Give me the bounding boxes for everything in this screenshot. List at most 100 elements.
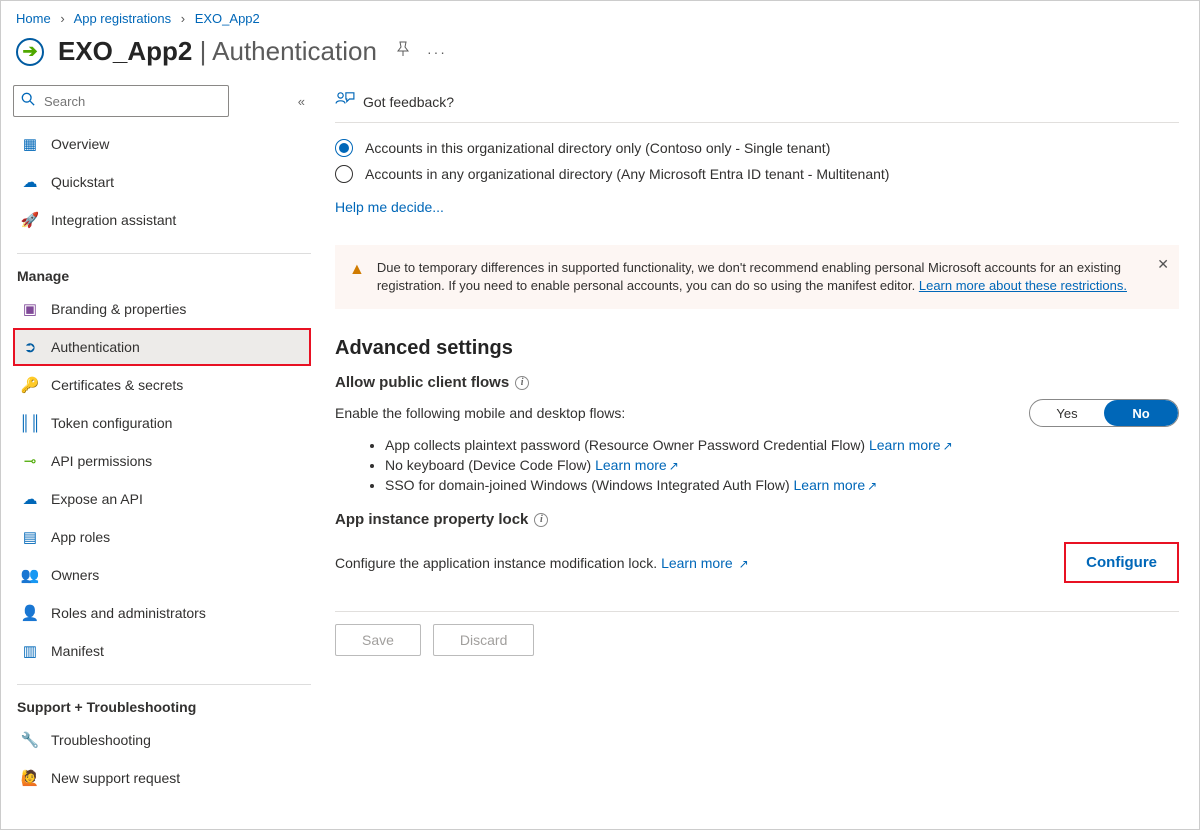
sidebar-item-api-permissions[interactable]: ⊸ API permissions — [13, 442, 311, 480]
support-icon: 🙋 — [19, 769, 41, 787]
flow-item: No keyboard (Device Code Flow) Learn mor… — [385, 457, 1179, 473]
flows-list: App collects plaintext password (Resourc… — [385, 437, 1179, 493]
roles-admins-icon: 👤 — [19, 604, 41, 622]
app-roles-icon: ▤ — [19, 528, 41, 546]
help-me-decide-link[interactable]: Help me decide... — [335, 199, 444, 215]
radio-multi-tenant[interactable]: Accounts in any organizational directory… — [335, 165, 1179, 183]
sidebar-item-owners[interactable]: 👥 Owners — [13, 556, 311, 594]
instance-lock-learn-more[interactable]: Learn more — [661, 555, 733, 571]
branding-icon: ▣ — [19, 300, 41, 318]
key-icon: 🔑 — [19, 376, 41, 394]
overview-icon: ▦ — [19, 135, 41, 153]
search-icon — [21, 92, 35, 109]
sidebar-item-app-roles[interactable]: ▤ App roles — [13, 518, 311, 556]
sidebar-item-label: API permissions — [51, 453, 152, 469]
sidebar-item-label: Certificates & secrets — [51, 377, 183, 393]
radio-label: Accounts in this organizational director… — [365, 140, 830, 156]
sidebar-item-integration-assistant[interactable]: 🚀 Integration assistant — [13, 201, 311, 239]
breadcrumb-current[interactable]: EXO_App2 — [195, 11, 260, 26]
more-menu-icon[interactable]: ··· — [427, 44, 447, 60]
main-content: Got feedback? Accounts in this organizat… — [311, 85, 1199, 818]
breadcrumb-home[interactable]: Home — [16, 11, 51, 26]
sidebar-item-certificates[interactable]: 🔑 Certificates & secrets — [13, 366, 311, 404]
instance-lock-heading: App instance property lock i — [335, 511, 1179, 528]
rocket-icon: 🚀 — [19, 211, 41, 229]
sidebar-item-quickstart[interactable]: ☁ Quickstart — [13, 163, 311, 201]
sidebar-item-label: Integration assistant — [51, 212, 176, 228]
troubleshooting-icon: 🔧 — [19, 731, 41, 749]
sidebar-item-label: Owners — [51, 567, 99, 583]
api-permissions-icon: ⊸ — [19, 452, 41, 470]
enable-flows-text: Enable the following mobile and desktop … — [335, 405, 625, 421]
sidebar-item-authentication[interactable]: ➲ Authentication — [13, 328, 311, 366]
breadcrumb-sep: › — [60, 11, 64, 26]
learn-more-link[interactable]: Learn more — [794, 477, 866, 493]
page-title: EXO_App2 | Authentication — [58, 36, 377, 67]
sidebar-section-manage: Manage — [17, 253, 311, 284]
public-flows-toggle[interactable]: Yes No — [1029, 399, 1179, 427]
collapse-sidebar-icon[interactable]: « — [298, 94, 305, 109]
flow-item: App collects plaintext password (Resourc… — [385, 437, 1179, 453]
aad-app-icon: ➔ — [16, 38, 44, 66]
close-icon[interactable]: ✕ — [1157, 255, 1169, 275]
warning-banner: ▲ Due to temporary differences in suppor… — [335, 245, 1179, 309]
sidebar-item-troubleshooting[interactable]: 🔧 Troubleshooting — [13, 721, 311, 759]
expose-api-icon: ☁ — [19, 490, 41, 508]
sidebar-item-label: New support request — [51, 770, 180, 786]
sidebar-item-roles-admins[interactable]: 👤 Roles and administrators — [13, 594, 311, 632]
feedback-icon — [335, 91, 355, 112]
pin-icon[interactable] — [395, 41, 411, 62]
sidebar-item-label: Expose an API — [51, 491, 143, 507]
sidebar-item-expose-api[interactable]: ☁ Expose an API — [13, 480, 311, 518]
sidebar-item-token-config[interactable]: ║║ Token configuration — [13, 404, 311, 442]
learn-more-link[interactable]: Learn more — [869, 437, 941, 453]
info-icon[interactable]: i — [534, 513, 548, 527]
sidebar-item-new-support-request[interactable]: 🙋 New support request — [13, 759, 311, 797]
radio-icon — [335, 139, 353, 157]
sidebar-item-label: Manifest — [51, 643, 104, 659]
sidebar-item-label: Authentication — [51, 339, 140, 355]
radio-single-tenant[interactable]: Accounts in this organizational director… — [335, 139, 1179, 157]
public-client-flows-heading: Allow public client flows i — [335, 374, 1179, 391]
quickstart-icon: ☁ — [19, 173, 41, 191]
external-link-icon: ↗ — [943, 439, 953, 453]
breadcrumb-app-registrations[interactable]: App registrations — [74, 11, 172, 26]
sidebar-item-overview[interactable]: ▦ Overview — [13, 125, 311, 163]
save-button[interactable]: Save — [335, 624, 421, 656]
breadcrumb: Home › App registrations › EXO_App2 — [1, 1, 1199, 28]
feedback-label: Got feedback? — [363, 94, 454, 110]
instance-lock-text: Configure the application instance modif… — [335, 555, 657, 571]
sidebar-item-label: Token configuration — [51, 415, 172, 431]
sidebar-item-branding[interactable]: ▣ Branding & properties — [13, 290, 311, 328]
sidebar-section-support: Support + Troubleshooting — [17, 684, 311, 715]
sidebar-item-label: App roles — [51, 529, 110, 545]
external-link-icon: ↗ — [669, 459, 679, 473]
sidebar-item-label: Roles and administrators — [51, 605, 206, 621]
discard-button[interactable]: Discard — [433, 624, 534, 656]
warning-icon: ▲ — [349, 259, 365, 281]
breadcrumb-sep: › — [181, 11, 185, 26]
sidebar-item-manifest[interactable]: ▥ Manifest — [13, 632, 311, 670]
flow-item: SSO for domain-joined Windows (Windows I… — [385, 477, 1179, 493]
page-header: ➔ EXO_App2 | Authentication ··· — [1, 28, 1199, 85]
radio-icon — [335, 165, 353, 183]
info-icon[interactable]: i — [515, 376, 529, 390]
sidebar-item-label: Overview — [51, 136, 109, 152]
advanced-settings-heading: Advanced settings — [335, 337, 1179, 360]
external-link-icon: ↗ — [867, 479, 877, 493]
feedback-bar[interactable]: Got feedback? — [335, 85, 1179, 123]
sidebar: « ▦ Overview ☁ Quickstart 🚀 Integration … — [1, 85, 311, 818]
owners-icon: 👥 — [19, 566, 41, 584]
learn-more-link[interactable]: Learn more — [595, 457, 667, 473]
footer-bar: Save Discard — [335, 611, 1179, 656]
sidebar-item-label: Quickstart — [51, 174, 114, 190]
search-input[interactable] — [13, 85, 229, 117]
external-link-icon: ↗ — [739, 557, 749, 571]
warning-learn-more-link[interactable]: Learn more about these restrictions. — [919, 278, 1127, 293]
sidebar-item-label: Troubleshooting — [51, 732, 151, 748]
toggle-yes: Yes — [1030, 400, 1104, 426]
toggle-no: No — [1104, 400, 1178, 426]
configure-button[interactable]: Configure — [1064, 542, 1179, 583]
sidebar-item-label: Branding & properties — [51, 301, 186, 317]
radio-label: Accounts in any organizational directory… — [365, 166, 889, 182]
